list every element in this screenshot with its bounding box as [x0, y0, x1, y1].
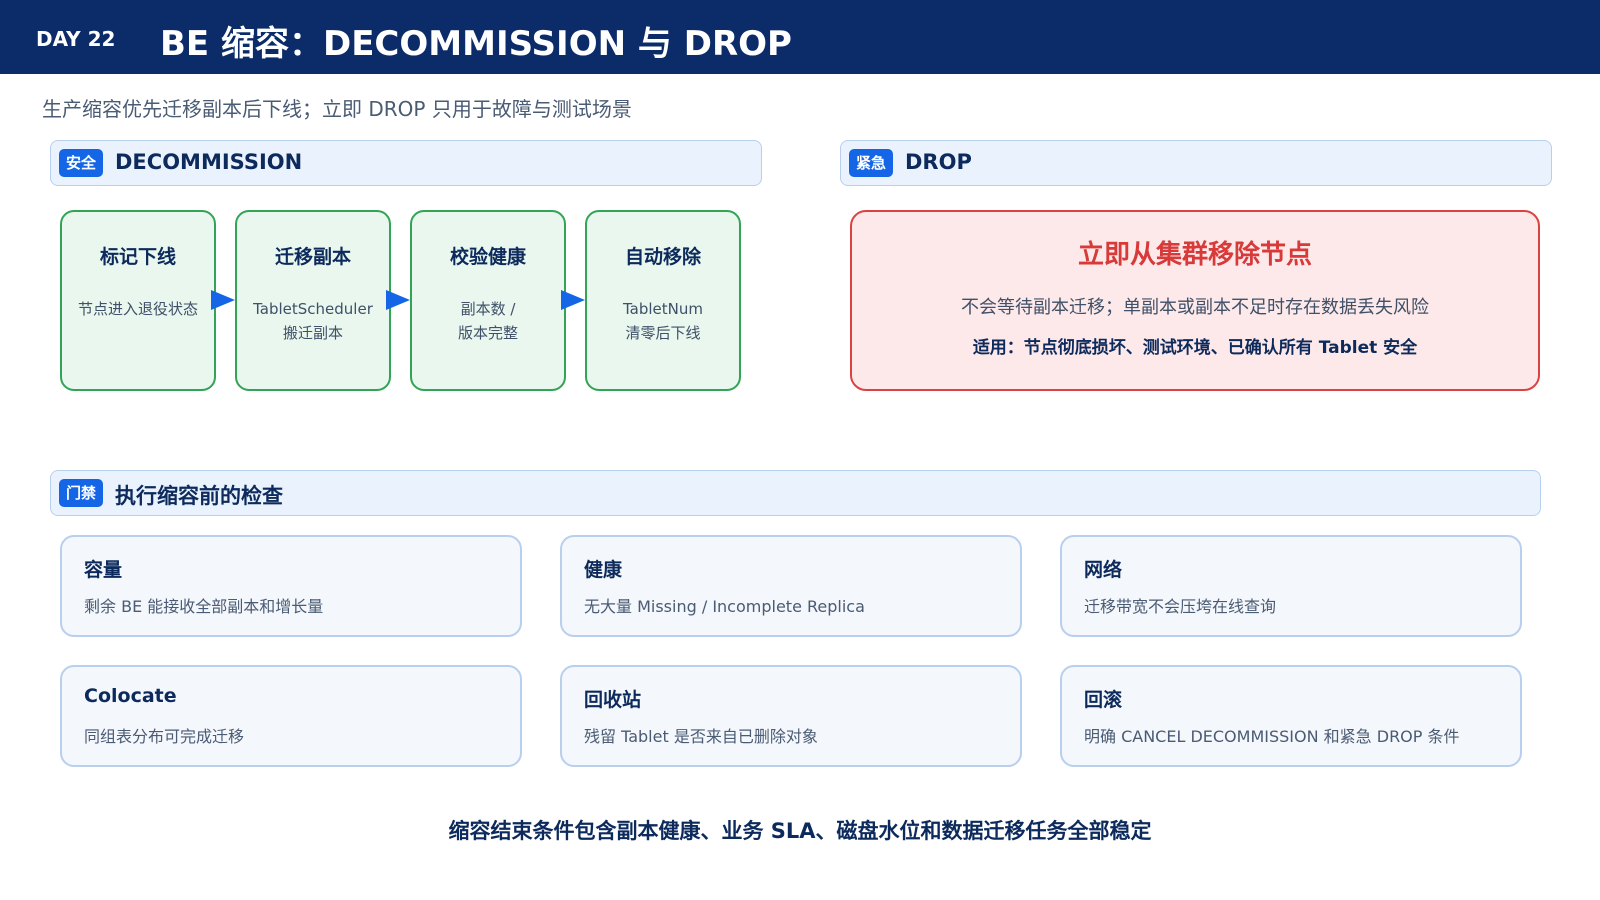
step-desc: 副本数 / 版本完整: [457, 300, 518, 342]
check-title: 容量: [84, 559, 123, 581]
step-title: 校验健康: [449, 246, 526, 268]
check-desc: 残留 Tablet 是否来自已删除对象: [584, 727, 818, 746]
check-title: 网络: [1084, 559, 1123, 581]
check-title: 健康: [584, 559, 623, 581]
day-label: DAY 22: [36, 27, 116, 51]
checks-title: 执行缩容前的检查: [115, 484, 283, 508]
drop-headline: 立即从集群移除节点: [1077, 240, 1312, 270]
check-card-network: 网络 迁移带宽不会压垮在线查询: [1060, 535, 1522, 637]
decommission-header: 安全 DECOMMISSION: [50, 140, 762, 186]
check-title: 回滚: [1084, 689, 1123, 711]
drop-description: 不会等待副本迁移；单副本或副本不足时存在数据丢失风险: [961, 297, 1429, 318]
check-title: Colocate: [84, 685, 177, 707]
page-subtitle: 生产缩容优先迁移副本后下线；立即 DROP 只用于故障与测试场景: [42, 97, 632, 121]
urgent-tag: 紧急: [849, 149, 894, 177]
step-title: 标记下线: [99, 246, 176, 268]
step-desc: TabletNum 清零后下线: [622, 300, 703, 342]
gate-tag: 门禁: [59, 479, 104, 507]
check-desc: 明确 CANCEL DECOMMISSION 和紧急 DROP 条件: [1084, 727, 1460, 746]
check-desc: 无大量 Missing / Incomplete Replica: [584, 597, 865, 616]
check-title: 回收站: [584, 689, 642, 711]
safe-tag: 安全: [59, 149, 104, 177]
flow-arrow-icon: [561, 290, 585, 310]
step-desc: TabletScheduler 搬迁副本: [253, 300, 373, 342]
flow-arrow-icon: [386, 290, 410, 310]
check-desc: 剩余 BE 能接收全部副本和增长量: [84, 597, 324, 616]
check-card-capacity: 容量 剩余 BE 能接收全部副本和增长量: [60, 535, 522, 637]
conclusion-text: 缩容结束条件包含副本健康、业务 SLA、磁盘水位和数据迁移任务全部稳定: [448, 819, 1152, 843]
decommission-title: DECOMMISSION: [115, 150, 303, 174]
step-verify-health: 校验健康 副本数 / 版本完整: [410, 210, 566, 391]
header-bar: DAY 22 BE 缩容：DECOMMISSION 与 DROP: [0, 0, 1600, 74]
step-desc: 节点进入退役状态: [77, 300, 198, 318]
drop-header: 紧急 DROP: [840, 140, 1552, 186]
checks-header: 门禁 执行缩容前的检查: [50, 470, 1541, 516]
check-card-rollback: 回滚 明确 CANCEL DECOMMISSION 和紧急 DROP 条件: [1060, 665, 1522, 767]
step-title: 自动移除: [624, 246, 701, 268]
step-title: 迁移副本: [274, 246, 351, 268]
drop-usage: 适用：节点彻底损坏、测试环境、已确认所有 Tablet 安全: [972, 338, 1418, 358]
page-title: BE 缩容：DECOMMISSION 与 DROP: [160, 24, 792, 64]
check-desc: 同组表分布可完成迁移: [84, 727, 245, 746]
check-desc: 迁移带宽不会压垮在线查询: [1084, 597, 1277, 616]
drop-warning-card: 立即从集群移除节点 不会等待副本迁移；单副本或副本不足时存在数据丢失风险 适用：…: [850, 210, 1540, 391]
step-auto-remove: 自动移除 TabletNum 清零后下线: [585, 210, 741, 391]
drop-title: DROP: [905, 150, 972, 174]
step-migrate-replicas: 迁移副本 TabletScheduler 搬迁副本: [235, 210, 391, 391]
step-mark-offline: 标记下线 节点进入退役状态: [60, 210, 216, 391]
flow-arrow-icon: [211, 290, 235, 310]
check-card-colocate: Colocate 同组表分布可完成迁移: [60, 665, 522, 767]
check-card-recycle-bin: 回收站 残留 Tablet 是否来自已删除对象: [560, 665, 1022, 767]
check-card-health: 健康 无大量 Missing / Incomplete Replica: [560, 535, 1022, 637]
